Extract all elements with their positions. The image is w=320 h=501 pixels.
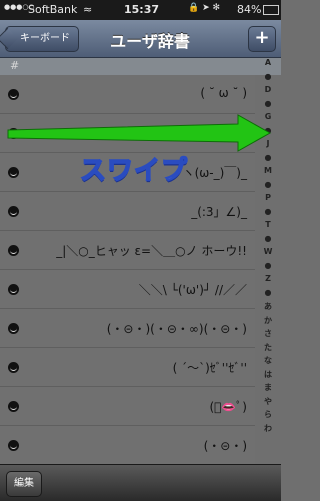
index-letter[interactable]: ● xyxy=(255,126,281,140)
wifi-icon: ≈ xyxy=(83,3,93,16)
index-letter[interactable]: T xyxy=(255,220,281,234)
emoticon-icon xyxy=(8,401,19,412)
page-title: ユーザ辞書 xyxy=(110,32,190,51)
add-button[interactable]: + xyxy=(248,26,276,52)
edit-button[interactable]: 編集 xyxy=(6,471,42,497)
index-letter[interactable]: た xyxy=(255,342,281,356)
list-item-text: _(:3」∠)_ xyxy=(191,205,247,219)
index-letter[interactable]: A xyxy=(255,58,281,72)
index-letter[interactable]: あ xyxy=(255,301,281,315)
status-icons: 🔒 ➤ ✻ xyxy=(188,3,221,13)
index-letter[interactable]: は xyxy=(255,369,281,383)
list-item[interactable]: (ﾟ👄ﾟ) xyxy=(0,387,255,426)
index-letter[interactable]: な xyxy=(255,355,281,369)
list-item-text: ( ´〜`)ｾﾞ''ｾﾞ'' xyxy=(172,361,247,375)
list-item-text: (ᵔ ◡ ᵔ) xyxy=(209,125,247,139)
index-letter[interactable]: J xyxy=(255,139,281,153)
emoticon-icon xyxy=(8,206,19,217)
index-letter[interactable]: M xyxy=(255,166,281,180)
index-letter[interactable]: G xyxy=(255,112,281,126)
battery-icon xyxy=(263,5,279,15)
status-bar: ●●●○○ SoftBank ≈ 15:37 🔒 ➤ ✻ 84% xyxy=(0,0,281,20)
index-letter[interactable]: ● xyxy=(255,180,281,194)
list-item-text: _|＼○_ヒャッ ε=＼＿○ノ ホーウ!! xyxy=(56,244,247,258)
list-item[interactable]: (ᵔ ◡ ᵔ) xyxy=(0,114,255,153)
index-letter[interactable]: や xyxy=(255,396,281,410)
status-time: 15:37 xyxy=(124,3,160,16)
emoticon-icon xyxy=(8,284,19,295)
list-item[interactable]: (・⊝・) xyxy=(0,426,255,465)
carrier-name: SoftBank xyxy=(28,3,78,16)
list-item-text: ( ˘ ω ˘ ) xyxy=(200,86,247,100)
list-item-text: (・⊝・)(・⊝・∞)(・⊝・) xyxy=(106,322,247,336)
list-item[interactable]: (・⊝・)(・⊝・∞)(・⊝・) xyxy=(0,309,255,348)
emoticon-icon xyxy=(8,167,19,178)
index-letter[interactable]: わ xyxy=(255,423,281,437)
list-item-text: ＼＼\ └('ω')┘ //／／ xyxy=(138,283,247,297)
index-letter[interactable]: ま xyxy=(255,382,281,396)
list-item-text: (・⊝・) xyxy=(203,439,247,453)
emoticon-icon xyxy=(8,362,19,373)
index-letter[interactable]: さ xyxy=(255,328,281,342)
index-letter[interactable]: ● xyxy=(255,234,281,248)
index-letter[interactable]: ● xyxy=(255,99,281,113)
section-header-label: # xyxy=(10,59,20,72)
list-item[interactable]: ( ´〜`)ｾﾞ''ｾﾞ'' xyxy=(0,348,255,387)
index-letter[interactable]: ら xyxy=(255,409,281,423)
index-letter[interactable]: ● xyxy=(255,72,281,86)
index-letter[interactable]: ● xyxy=(255,153,281,167)
index-letter[interactable]: W xyxy=(255,247,281,261)
bottom-toolbar: 編集 xyxy=(0,464,281,501)
emoticon-icon xyxy=(8,89,19,100)
emoticon-icon xyxy=(8,245,19,256)
list-item[interactable]: ( ˘ ω ˘ ) xyxy=(0,75,255,114)
swipe-label: スワイプ xyxy=(79,155,189,187)
index-letter[interactable]: Z xyxy=(255,274,281,288)
emoticon-icon xyxy=(8,128,19,139)
battery-percent: 84% xyxy=(237,3,262,16)
list-item[interactable]: _|＼○_ヒャッ ε=＼＿○ノ ホーウ!! xyxy=(0,231,255,270)
emoticon-icon xyxy=(8,440,19,451)
emoticon-icon xyxy=(8,323,19,334)
navigation-bar: キーボード ユーザ辞書 + xyxy=(0,20,281,58)
section-header: # xyxy=(0,58,281,75)
index-letter[interactable]: ● xyxy=(255,288,281,302)
index-letter[interactable]: P xyxy=(255,193,281,207)
index-letter[interactable]: か xyxy=(255,315,281,329)
list-item-text: (ﾟ👄ﾟ) xyxy=(209,400,247,414)
back-button[interactable]: キーボード xyxy=(5,26,79,52)
index-letter[interactable]: ● xyxy=(255,207,281,221)
list-item[interactable]: _(:3」∠)_ xyxy=(0,192,255,231)
list-item[interactable]: ＼＼\ └('ω')┘ //／／ xyxy=(0,270,255,309)
dictionary-list: ( ˘ ω ˘ ) (ᵔ ◡ ᵔ) ヽ(ω-_)￣)_ _(:3」∠)_ _|＼… xyxy=(0,75,255,465)
list-item-text: ヽ(ω-_)￣)_ xyxy=(182,166,247,180)
section-index[interactable]: A ● D ● G ● J ● M ● P ● T ● W ● Z ● あかさたなはまやらわ xyxy=(255,58,281,464)
index-letter[interactable]: D xyxy=(255,85,281,99)
index-letter[interactable]: ● xyxy=(255,261,281,275)
